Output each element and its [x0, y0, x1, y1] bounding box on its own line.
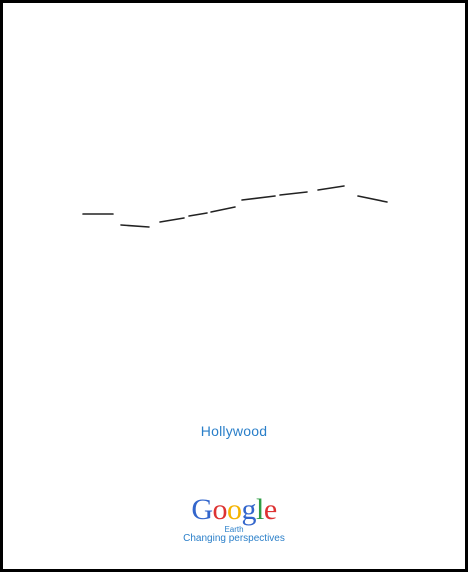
hollywood-sign-dashes: [82, 185, 388, 228]
dash-segment: [159, 217, 185, 223]
poster: Hollywood Google Earth Changing perspect…: [3, 3, 465, 569]
logo-letter: o: [212, 493, 228, 526]
google-wordmark: Google: [191, 493, 277, 526]
logo-letter: e: [263, 493, 277, 526]
dash-segment: [210, 206, 236, 213]
logo-letter: G: [191, 493, 213, 526]
logo-letter: g: [241, 493, 257, 526]
dash-segment: [120, 224, 150, 228]
google-earth-logo: Google: [3, 495, 465, 525]
tagline: Changing perspectives: [183, 533, 285, 544]
caption: Hollywood: [200, 423, 268, 439]
logo-letter: o: [227, 493, 242, 526]
dash-segment: [188, 212, 208, 217]
dash-segment: [279, 191, 308, 196]
dash-segment: [317, 185, 345, 191]
dash-segment: [357, 195, 388, 203]
dash-segment: [241, 195, 276, 201]
logo-letter: l: [256, 493, 264, 526]
